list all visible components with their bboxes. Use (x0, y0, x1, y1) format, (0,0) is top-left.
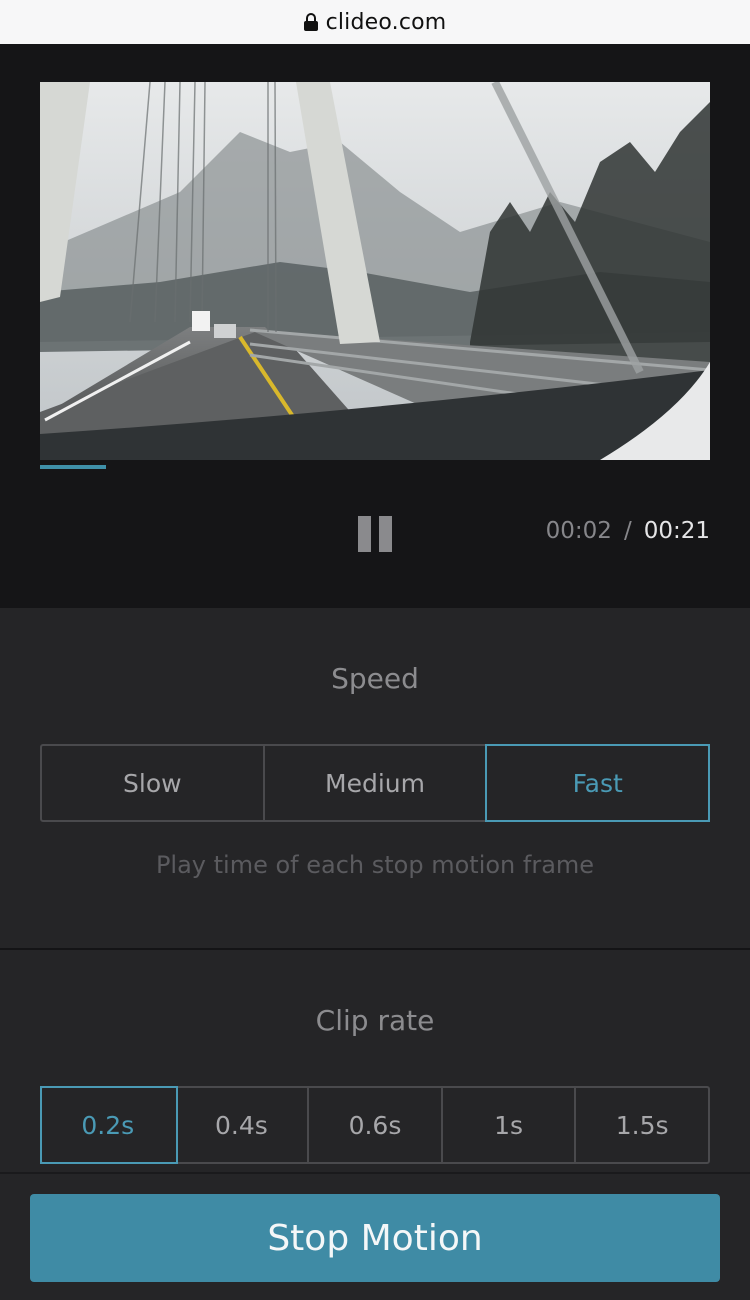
time-separator: / (623, 518, 632, 544)
lock-icon (303, 13, 318, 31)
action-footer: Stop Motion (0, 1172, 750, 1300)
browser-url-bar[interactable]: clideo.com (0, 0, 750, 44)
video-frame-image (40, 82, 710, 460)
time-display: 00:02 / 00:21 (546, 518, 710, 544)
pause-button[interactable] (355, 514, 395, 554)
stop-motion-button[interactable]: Stop Motion (30, 1194, 720, 1282)
pause-icon (358, 516, 371, 552)
total-time: 00:21 (643, 518, 710, 544)
video-player: 00:02 / 00:21 (0, 44, 750, 608)
progress-bar[interactable] (40, 465, 710, 469)
clip-rate-title: Clip rate (315, 1004, 435, 1037)
speed-help-text: Play time of each stop motion frame (155, 851, 595, 879)
video-preview[interactable] (40, 82, 710, 460)
progress-fill (40, 465, 106, 469)
speed-option-medium[interactable]: Medium (265, 746, 488, 820)
clip-rate-option-0-4s[interactable]: 0.4s (176, 1088, 310, 1162)
clip-rate-option-1s[interactable]: 1s (443, 1088, 577, 1162)
clip-rate-option-1-5s[interactable]: 1.5s (576, 1088, 708, 1162)
clip-rate-option-0-6s[interactable]: 0.6s (309, 1088, 443, 1162)
speed-selector: Slow Medium Fast (40, 744, 710, 822)
speed-option-fast[interactable]: Fast (487, 746, 708, 820)
clip-rate-option-0-2s[interactable]: 0.2s (42, 1088, 176, 1162)
speed-option-slow[interactable]: Slow (42, 746, 265, 820)
clip-rate-section: Clip rate 0.2s 0.4s 0.6s 1s 1.5s (0, 950, 750, 1172)
url-domain: clideo.com (325, 9, 447, 35)
speed-title: Speed (331, 662, 419, 695)
current-time: 00:02 (545, 518, 612, 544)
speed-section: Speed Slow Medium Fast Play time of each… (0, 608, 750, 948)
clip-rate-selector: 0.2s 0.4s 0.6s 1s 1.5s (40, 1086, 710, 1164)
